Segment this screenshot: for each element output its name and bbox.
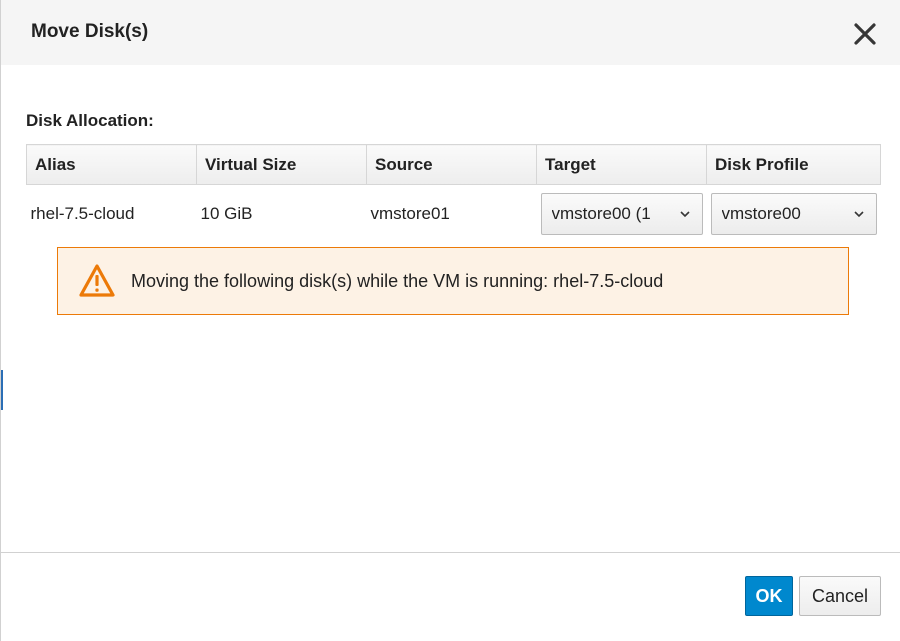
target-cell: vmstore00 (1 <box>537 185 707 243</box>
close-icon <box>854 23 876 45</box>
virtual-size-cell: 10 GiB <box>200 203 253 223</box>
table-header-row: Alias Virtual Size Source Target Disk Pr… <box>26 144 881 185</box>
target-select-value: vmstore00 (1 <box>551 203 651 223</box>
dialog-header: Move Disk(s) <box>1 0 900 65</box>
target-select[interactable]: vmstore00 (1 <box>540 192 703 235</box>
disk-profile-select[interactable]: vmstore00 <box>710 192 877 235</box>
chevron-down-icon <box>853 211 864 217</box>
disk-allocation-table: Alias Virtual Size Source Target Disk Pr… <box>26 144 881 243</box>
column-header-alias: Alias <box>26 144 197 185</box>
table-row: rhel-7.5-cloud 10 GiB vmstore01 vmstore0… <box>27 185 881 243</box>
footer-divider <box>1 552 900 553</box>
close-button[interactable] <box>849 18 881 50</box>
column-header-disk-profile: Disk Profile <box>706 144 881 185</box>
warning-alert: Moving the following disk(s) while the V… <box>57 247 849 315</box>
alias-cell: rhel-7.5-cloud <box>30 203 135 223</box>
left-accent-bar <box>1 370 3 410</box>
disk-allocation-label: Disk Allocation: <box>26 111 154 130</box>
column-header-target: Target <box>536 144 707 185</box>
move-disks-dialog: Move Disk(s) Disk Allocation: Alias Virt… <box>0 0 900 641</box>
disk-profile-cell: vmstore00 <box>707 185 881 243</box>
disk-profile-select-value: vmstore00 <box>721 203 801 223</box>
warning-icon <box>79 264 115 297</box>
source-cell: vmstore01 <box>370 203 450 223</box>
column-header-virtual-size: Virtual Size <box>196 144 367 185</box>
chevron-down-icon <box>679 211 690 217</box>
column-header-source: Source <box>366 144 537 185</box>
warning-message: Moving the following disk(s) while the V… <box>131 270 664 291</box>
dialog-title: Move Disk(s) <box>31 21 149 42</box>
cancel-button[interactable]: Cancel <box>799 576 881 616</box>
ok-button[interactable]: OK <box>745 576 793 616</box>
